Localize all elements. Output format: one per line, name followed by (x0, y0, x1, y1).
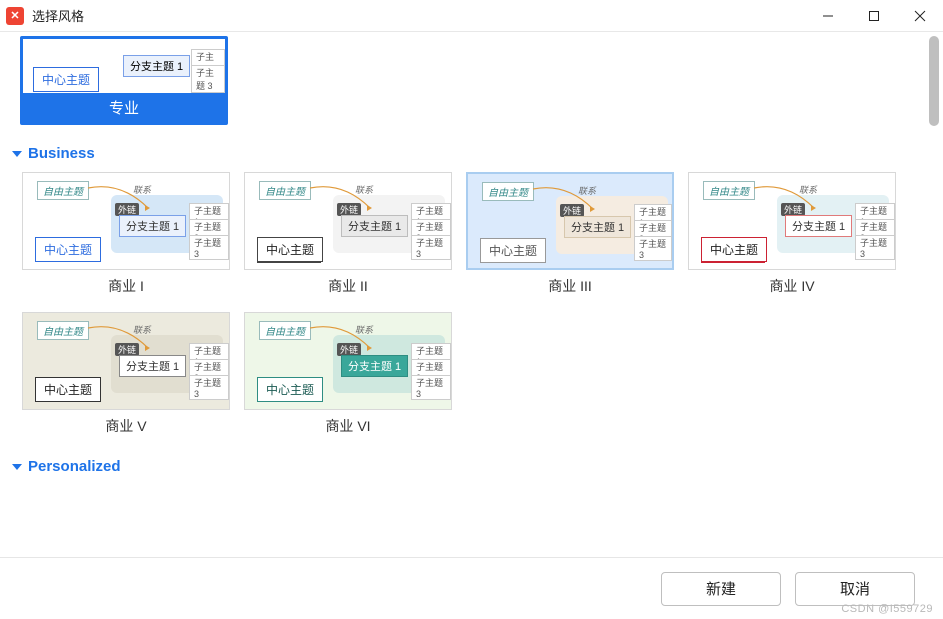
style-caption: 商业 VI (244, 410, 452, 438)
section-grid-business: 自由主题 联系 外链 分支主题 1 子主题 1 子主题 2 子主题 3 中心主题… (4, 172, 921, 438)
style-card[interactable]: 自由主题 联系 外链 分支主题 1 子主题 1 子主题 2 子主题 3 中心主题… (22, 172, 230, 298)
style-caption: 商业 IV (688, 270, 896, 298)
section-title: Personalized (28, 458, 121, 475)
style-caption: 商业 II (244, 270, 452, 298)
chevron-down-icon (12, 151, 22, 157)
top-row: 中心主题 分支主题 1 子主题 2 子主题 3 专业 (4, 32, 921, 125)
app-icon: ✕ (6, 7, 24, 25)
style-card-selected-top[interactable]: 中心主题 分支主题 1 子主题 2 子主题 3 专业 (20, 36, 228, 125)
style-card[interactable]: 自由主题 联系 外链 分支主题 1 子主题 1 子主题 2 子主题 3 中心主题… (22, 312, 230, 438)
section-header-business[interactable]: Business (4, 125, 921, 172)
style-caption: 商业 III (466, 270, 674, 298)
vertical-scrollbar[interactable] (929, 36, 939, 126)
style-preview: 自由主题 联系 外链 分支主题 1 子主题 1 子主题 2 子主题 3 中心主题 (466, 172, 674, 270)
dialog-footer: 新建 取消 (0, 557, 943, 619)
cancel-button[interactable]: 取消 (795, 572, 915, 606)
close-button[interactable] (897, 0, 943, 32)
style-preview: 自由主题 联系 外链 分支主题 1 子主题 1 子主题 2 子主题 3 中心主题 (22, 172, 230, 270)
style-caption: 专业 (23, 93, 225, 122)
style-preview: 自由主题 联系 外链 分支主题 1 子主题 1 子主题 2 子主题 3 中心主题 (688, 172, 896, 270)
section-header-personalized[interactable]: Personalized (4, 438, 921, 485)
style-caption: 商业 I (22, 270, 230, 298)
section-title: Business (28, 145, 95, 162)
style-preview: 自由主题 联系 外链 分支主题 1 子主题 1 子主题 2 子主题 3 中心主题 (22, 312, 230, 410)
style-card[interactable]: 自由主题 联系 外链 分支主题 1 子主题 1 子主题 2 子主题 3 中心主题… (244, 312, 452, 438)
style-preview: 自由主题 联系 外链 分支主题 1 子主题 1 子主题 2 子主题 3 中心主题 (244, 312, 452, 410)
style-card[interactable]: 自由主题 联系 外链 分支主题 1 子主题 1 子主题 2 子主题 3 中心主题… (466, 172, 674, 298)
style-card[interactable]: 自由主题 联系 外链 分支主题 1 子主题 1 子主题 2 子主题 3 中心主题… (688, 172, 896, 298)
chevron-down-icon (12, 464, 22, 470)
preview-branch: 分支主题 1 (123, 55, 190, 77)
maximize-button[interactable] (851, 0, 897, 32)
window-title: 选择风格 (32, 6, 84, 25)
style-caption: 商业 V (22, 410, 230, 438)
minimize-button[interactable] (805, 0, 851, 32)
scroll-area[interactable]: 中心主题 分支主题 1 子主题 2 子主题 3 专业 Business 自由主题… (0, 32, 925, 557)
preview-center: 中心主题 (33, 67, 99, 92)
style-preview: 自由主题 联系 外链 分支主题 1 子主题 1 子主题 2 子主题 3 中心主题 (244, 172, 452, 270)
preview-sub: 子主题 3 (191, 65, 225, 93)
style-preview: 中心主题 分支主题 1 子主题 2 子主题 3 (23, 39, 225, 93)
content-area: 中心主题 分支主题 1 子主题 2 子主题 3 专业 Business 自由主题… (0, 32, 943, 557)
style-card[interactable]: 自由主题 联系 外链 分支主题 1 子主题 1 子主题 2 子主题 3 中心主题… (244, 172, 452, 298)
create-button[interactable]: 新建 (661, 572, 781, 606)
titlebar: ✕ 选择风格 (0, 0, 943, 32)
